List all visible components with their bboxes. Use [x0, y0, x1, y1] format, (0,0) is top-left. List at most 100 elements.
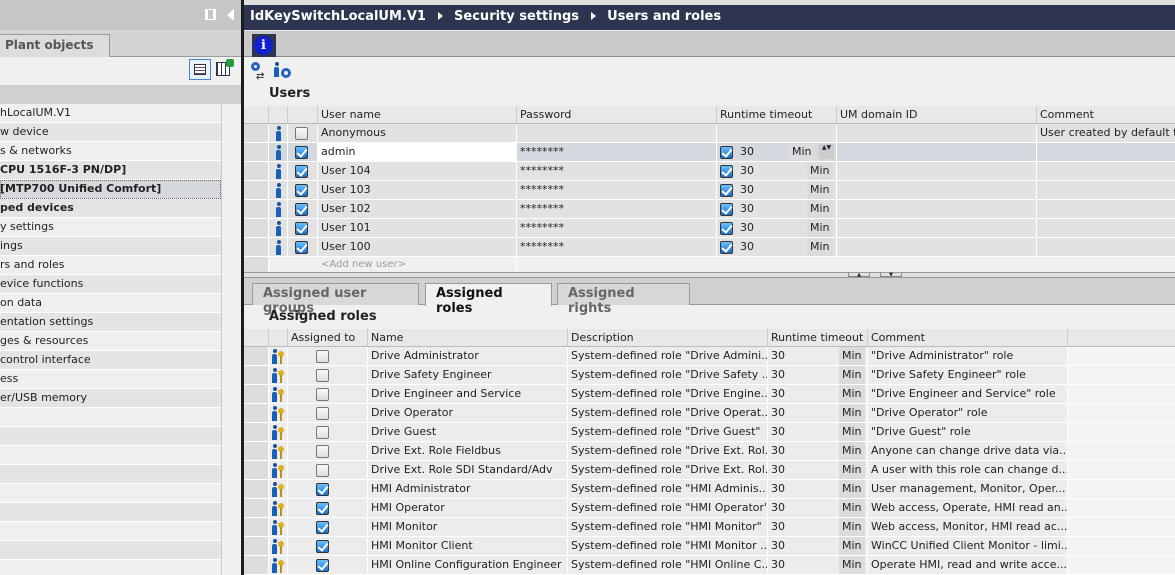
password-cell[interactable]: ******** — [517, 143, 717, 162]
tree-item[interactable]: CPU 1516F-3 PN/DP] — [0, 161, 221, 180]
column-header[interactable]: UM domain ID — [837, 106, 1037, 124]
role-timeout-cell[interactable]: 30 Min — [768, 423, 868, 442]
role-timeout-cell[interactable]: 30 Min — [768, 461, 868, 480]
assigned-checkbox[interactable] — [316, 482, 329, 496]
column-header[interactable]: Name — [368, 329, 568, 347]
role-name-cell[interactable]: Drive Engineer and Service — [368, 385, 568, 404]
timeout-checkbox[interactable] — [720, 164, 733, 178]
tree-item[interactable]: hLocalUM.V1 — [0, 104, 221, 123]
runtime-timeout-cell[interactable]: 30 Min — [717, 200, 837, 219]
role-timeout-cell[interactable]: 30 Min — [768, 347, 868, 366]
tree-item[interactable]: ped devices — [0, 199, 221, 218]
enabled-checkbox[interactable] — [295, 202, 308, 216]
details-view-icon[interactable] — [189, 59, 211, 80]
role-name-cell[interactable]: Drive Ext. Role Fieldbus — [368, 442, 568, 461]
runtime-timeout-cell[interactable]: 30 Min — [717, 219, 837, 238]
role-name-cell[interactable]: HMI Administrator — [368, 480, 568, 499]
tab-assigned-rights[interactable]: Assigned rights — [557, 283, 690, 316]
tree-item[interactable]: ings — [0, 237, 221, 256]
comment-cell[interactable] — [1037, 143, 1175, 162]
tree-item[interactable]: ges & resources — [0, 332, 221, 351]
comment-cell[interactable] — [1037, 162, 1175, 181]
row-header[interactable] — [244, 518, 269, 537]
assigned-checkbox[interactable] — [316, 368, 329, 382]
role-description-cell[interactable]: System-defined role "HMI Monitor ... — [568, 537, 768, 556]
info-button[interactable]: i — [252, 34, 276, 57]
row-header[interactable] — [244, 385, 269, 404]
assigned-checkbox[interactable] — [316, 444, 329, 458]
comment-cell[interactable] — [1037, 200, 1175, 219]
um-domain-id-cell[interactable] — [837, 200, 1037, 219]
tree-item[interactable]: on data — [0, 294, 221, 313]
row-header[interactable] — [244, 499, 269, 518]
runtime-timeout-cell[interactable] — [717, 124, 837, 143]
role-name-cell[interactable]: Drive Ext. Role SDI Standard/Adv — [368, 461, 568, 480]
role-timeout-cell[interactable]: 30 Min — [768, 499, 868, 518]
role-timeout-cell[interactable]: 30 Min — [768, 385, 868, 404]
assigned-checkbox[interactable] — [316, 463, 329, 477]
tree-item[interactable] — [0, 408, 221, 427]
row-header[interactable] — [244, 124, 269, 143]
user-name-cell[interactable]: User 103 — [318, 181, 517, 200]
tree-item[interactable]: rs and roles — [0, 256, 221, 275]
user-name-cell[interactable]: User 101 — [318, 219, 517, 238]
export-table-icon[interactable] — [216, 59, 234, 76]
runtime-timeout-cell[interactable]: 30 Min — [717, 238, 837, 257]
tree-item[interactable]: s & networks — [0, 142, 221, 161]
role-timeout-cell[interactable]: 30 Min — [768, 537, 868, 556]
timeout-checkbox[interactable] — [720, 221, 733, 235]
breadcrumb-item[interactable]: Security settings — [454, 9, 579, 24]
assigned-checkbox[interactable] — [316, 425, 329, 439]
role-comment-cell[interactable]: "Drive Operator" role — [868, 404, 1068, 423]
password-cell[interactable]: ******** — [517, 200, 717, 219]
splitter-down-icon[interactable]: ▼ — [880, 273, 902, 278]
row-header[interactable] — [244, 366, 269, 385]
role-comment-cell[interactable]: A user with this role can change d... — [868, 461, 1068, 480]
um-domain-id-cell[interactable] — [837, 238, 1037, 257]
row-header[interactable] — [244, 181, 269, 200]
tree-item[interactable] — [0, 484, 221, 503]
role-comment-cell[interactable]: Web access, Operate, HMI read an... — [868, 499, 1068, 518]
role-comment-cell[interactable]: Operate HMI, read and write acce... — [868, 556, 1068, 575]
role-timeout-cell[interactable]: 30 Min — [768, 366, 868, 385]
column-header[interactable]: Assigned to — [288, 329, 368, 347]
assigned-checkbox[interactable] — [316, 520, 329, 534]
role-description-cell[interactable]: System-defined role "Drive Engine... — [568, 385, 768, 404]
timeout-checkbox[interactable] — [720, 183, 733, 197]
tab-plant-objects[interactable]: Plant objects — [0, 34, 110, 57]
enabled-checkbox[interactable] — [295, 145, 308, 159]
tree-item[interactable]: control interface — [0, 351, 221, 370]
user-name-cell[interactable]: Anonymous — [318, 124, 517, 143]
user-name-cell[interactable]: User 104 — [318, 162, 517, 181]
enabled-checkbox[interactable] — [295, 240, 308, 254]
role-timeout-cell[interactable]: 30 Min — [768, 556, 868, 575]
breadcrumb-item[interactable]: IdKeySwitchLocalUM.V1 — [250, 9, 426, 24]
comment-cell[interactable] — [1037, 219, 1175, 238]
row-header[interactable] — [244, 143, 269, 162]
password-cell[interactable]: ******** — [517, 219, 717, 238]
role-timeout-cell[interactable]: 30 Min — [768, 480, 868, 499]
user-name-cell[interactable]: User 102 — [318, 200, 517, 219]
password-cell[interactable]: ******** — [517, 162, 717, 181]
row-header[interactable] — [244, 347, 269, 366]
role-description-cell[interactable]: System-defined role "HMI Monitor" — [568, 518, 768, 537]
um-domain-id-cell[interactable] — [837, 219, 1037, 238]
tab-assigned-roles[interactable]: Assigned roles — [425, 283, 552, 316]
tree-item[interactable] — [0, 427, 221, 446]
breadcrumb-item[interactable]: Users and roles — [607, 9, 721, 24]
enabled-checkbox[interactable] — [295, 126, 308, 140]
role-timeout-cell[interactable]: 30 Min — [768, 518, 868, 537]
role-name-cell[interactable]: HMI Monitor Client — [368, 537, 568, 556]
role-name-cell[interactable]: HMI Monitor — [368, 518, 568, 537]
role-comment-cell[interactable]: Web access, Monitor, HMI read ac... — [868, 518, 1068, 537]
assigned-checkbox[interactable] — [316, 539, 329, 553]
tree-item[interactable]: entation settings — [0, 313, 221, 332]
role-description-cell[interactable]: System-defined role "Drive Ext. Rol... — [568, 442, 768, 461]
role-name-cell[interactable]: Drive Safety Engineer — [368, 366, 568, 385]
role-description-cell[interactable]: System-defined role "HMI Operator" — [568, 499, 768, 518]
timeout-checkbox[interactable] — [720, 145, 733, 159]
assigned-checkbox[interactable] — [316, 349, 329, 363]
role-comment-cell[interactable]: "Drive Engineer and Service" role — [868, 385, 1068, 404]
column-header[interactable]: Password — [517, 106, 717, 124]
layout-icon[interactable] — [205, 9, 216, 20]
